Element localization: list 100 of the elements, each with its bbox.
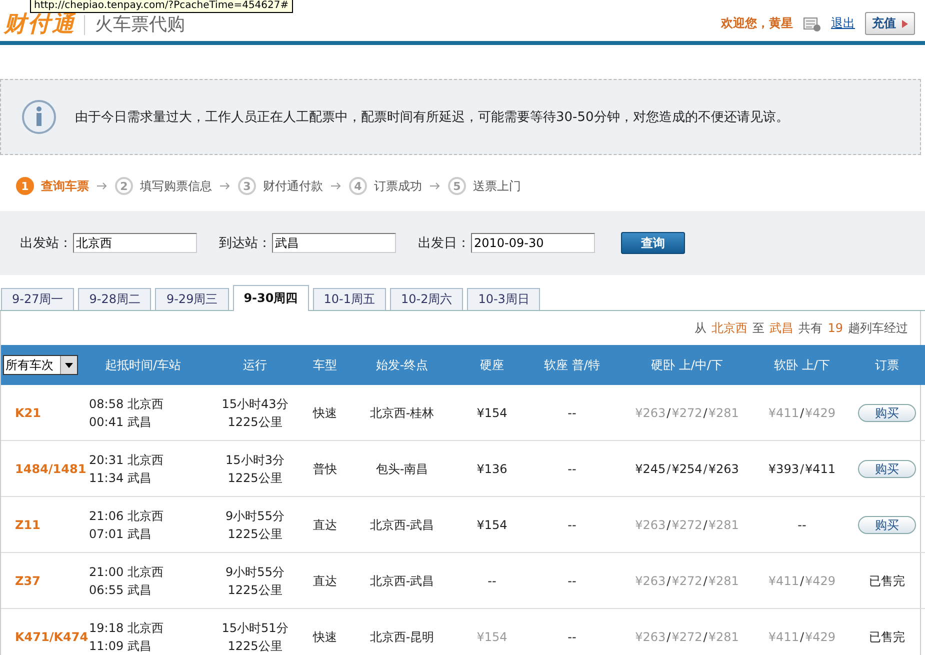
notice-text: 由于今日需求量过大，工作人员正在人工配票中，配票时间有所延迟，可能需要等待30-50分钟，对您造成的不便还请见谅。	[75, 109, 789, 126]
summary-text: 共有	[798, 320, 823, 336]
price-text: ¥411	[768, 630, 799, 644]
field-label: 出发站：	[20, 235, 72, 252]
price-text: ¥263	[708, 462, 739, 476]
table-cell-text: 9小时55分	[224, 564, 286, 580]
separator-text: /	[666, 574, 671, 588]
separator-text: /	[800, 574, 804, 588]
date-tab[interactable]: 9-29周三	[155, 288, 229, 310]
price-text: --	[488, 574, 496, 588]
separator-text: /	[666, 630, 671, 644]
table-cell-text: 08:58 北京西	[89, 396, 164, 412]
separator-text: /	[703, 518, 708, 532]
price-text: ¥272	[672, 574, 702, 588]
column-header: 软座 普/特	[544, 358, 600, 372]
table-cell: 北京西-桂林	[370, 406, 434, 420]
summary-text: 19	[828, 321, 843, 335]
price-text: ¥393	[768, 462, 799, 476]
price-text: ¥263	[635, 518, 666, 532]
price-text: --	[568, 518, 576, 532]
column-header: 软卧 上/下	[774, 358, 830, 372]
table-cell-text: 15小时43分	[220, 396, 290, 412]
table-cell-text: 9小时55分	[224, 508, 286, 524]
welcome-text: 欢迎您，黄星	[721, 15, 793, 32]
table-cell: 北京西-武昌	[370, 518, 434, 532]
column-header: 硬座	[480, 358, 504, 372]
price-text: ¥272	[672, 630, 702, 644]
separator-text: /	[800, 406, 804, 420]
table-cell: 北京西-昆明	[370, 630, 434, 644]
logo: 财付通	[4, 13, 76, 37]
price-text: ¥429	[805, 406, 836, 420]
table-cell-text: 00:41 武昌	[89, 414, 152, 430]
sold-out-text: 已售完	[869, 630, 905, 644]
date-tab[interactable]: 9-27周一	[1, 288, 74, 310]
url-tooltip: http://chepiao.tenpay.com/?PcacheTime=454627#	[30, 0, 293, 13]
summary-text: 北京西	[712, 320, 748, 336]
separator-text: /	[800, 630, 804, 644]
column-header: 始发-终点	[376, 358, 428, 372]
price-text: ¥272	[672, 518, 702, 532]
summary-text: 至	[752, 320, 765, 336]
column-header: 硬卧 上/中/下	[651, 358, 723, 372]
price-text: ¥281	[708, 518, 739, 532]
field-label: 出发日：	[418, 235, 470, 252]
table-cell-text: 15小时51分	[220, 620, 290, 636]
table-cell: 快速	[313, 406, 337, 420]
train-filter-dropdown[interactable]: 所有车次	[2, 355, 78, 375]
step: 4 订票成功	[349, 177, 422, 195]
price-text: --	[568, 630, 576, 644]
table-cell-text: 1225公里	[226, 582, 284, 598]
input-field[interactable]: 2010-09-30	[471, 233, 595, 253]
table-cell-text: 15小时3分	[224, 452, 286, 468]
input-field[interactable]: 武昌	[272, 233, 396, 253]
arrow-icon	[97, 182, 107, 190]
buy-button[interactable]: 购买	[858, 460, 916, 478]
separator-text: /	[800, 462, 804, 476]
price-text: ¥429	[805, 630, 836, 644]
summary-text: 趟列车经过	[848, 320, 908, 336]
summary-text: 武昌	[770, 320, 794, 336]
input-field[interactable]: 北京西	[73, 233, 197, 253]
table-cell: 北京西-武昌	[370, 574, 434, 588]
table-cell: 包头-南昌	[376, 462, 428, 476]
table-cell-text: 07:01 武昌	[89, 526, 152, 542]
caret-icon	[902, 20, 908, 28]
separator-text: /	[666, 462, 671, 476]
recharge-button[interactable]: 充值	[865, 12, 915, 35]
search-button[interactable]: 查询	[621, 232, 685, 254]
price-text: ¥281	[708, 574, 739, 588]
price-text: ¥263	[635, 630, 666, 644]
table-cell-text: 1225公里	[226, 414, 284, 430]
table-cell: 快速	[313, 630, 337, 644]
date-tab[interactable]: 9-30周四	[232, 285, 309, 311]
price-text: ¥429	[805, 574, 836, 588]
arrow-icon	[331, 182, 341, 190]
buy-button[interactable]: 购买	[858, 516, 916, 534]
table-cell-text: 1225公里	[226, 470, 284, 486]
buy-button[interactable]: 购买	[858, 404, 916, 422]
price-text: ¥154	[476, 630, 508, 644]
page-title: 火车票代购	[84, 15, 185, 35]
message-icon[interactable]	[803, 16, 821, 32]
step: 2 填写购票信息	[115, 177, 212, 195]
date-tab[interactable]: 10-3周日	[467, 288, 540, 310]
logout-link[interactable]: 退出	[831, 15, 855, 32]
info-icon	[21, 99, 57, 135]
price-text: ¥263	[635, 574, 666, 588]
date-tab[interactable]: 10-1周五	[312, 288, 386, 310]
sold-out-text: 已售完	[869, 574, 905, 588]
price-text: --	[568, 462, 576, 476]
price-text: ¥254	[672, 462, 702, 476]
separator-text: /	[666, 518, 671, 532]
price-text: ¥136	[476, 462, 508, 476]
separator-text: /	[703, 630, 708, 644]
date-tab[interactable]: 10-2周六	[390, 288, 464, 310]
price-text: --	[568, 574, 576, 588]
table-cell-text: 06:55 武昌	[89, 582, 152, 598]
table-cell: 直达	[313, 574, 337, 588]
date-tab[interactable]: 9-28周二	[78, 288, 152, 310]
table-cell-text: 1225公里	[226, 638, 284, 654]
price-text: ¥411	[768, 406, 799, 420]
table-cell: 直达	[313, 518, 337, 532]
step: 3 财付通付款	[238, 177, 323, 195]
